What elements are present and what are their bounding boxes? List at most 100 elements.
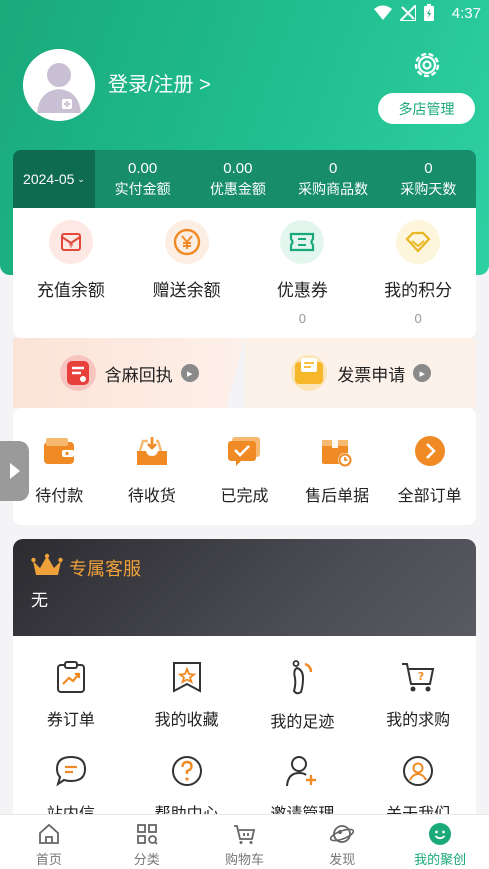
tool-label: 我的足迹 [270,712,335,731]
tab-label: 分类 [133,853,160,868]
tab-discover[interactable]: 发现 [293,815,391,869]
tab-category[interactable]: 分类 [98,815,196,869]
planet-icon [329,821,355,847]
order-label: 售后单据 [305,486,370,505]
footprint-icon [284,660,320,696]
tool-coupon-orders[interactable]: 券订单 [13,636,129,730]
cart-question-icon: ? [400,660,436,694]
tool-label: 我的收藏 [154,710,219,729]
invoice-banner[interactable]: 发票申请 ▸ [244,338,476,408]
wifi-icon [374,5,392,20]
home-icon [36,821,62,847]
tool-label: 券订单 [46,710,95,729]
category-grid-icon [134,821,160,847]
login-register-link[interactable]: 登录/注册 > [108,68,211,97]
service-value: 无 [31,591,48,611]
yen-icon [164,220,209,264]
tab-my-profile[interactable]: 我的聚创 [391,815,489,869]
tool-invite-management[interactable]: 邀请管理 [245,730,361,824]
settings-gear-icon[interactable] [412,50,442,80]
tool-favorites[interactable]: 我的收藏 [129,636,245,730]
stat-purchase-days: 0 采购天数 [381,150,476,208]
tab-label: 首页 [35,853,62,868]
tool-messages[interactable]: 站内信 [13,730,129,824]
wallet-label: 我的积分 [384,281,453,301]
tool-about-us[interactable]: 关于我们 [360,730,476,824]
signal-icon [400,4,416,21]
wallet-value: 0 [298,311,306,326]
order-label: 待收货 [127,486,176,505]
month-selector[interactable]: 2024-05 ⌄ [13,150,95,208]
coupon-icon [280,220,325,264]
tools-grid: 券订单 我的收藏 我的足迹 ? 我的求购 站内信 [13,636,476,836]
bookmark-star-icon [169,660,205,694]
clock: 4:37 [451,5,481,22]
tab-cart[interactable]: 购物车 [196,815,294,869]
tab-label: 发现 [329,853,356,868]
bottom-tab-bar: 首页 分类 购物车 发现 我的聚创 [0,814,489,869]
tab-label: 购物车 [224,853,264,868]
order-label: 待付款 [35,486,84,505]
receipt-icon [59,355,96,391]
inbox-download-icon [134,434,170,468]
side-drawer-toggle[interactable] [0,441,29,501]
wallet-label: 赠送余额 [152,281,221,301]
tool-footprints[interactable]: 我的足迹 [245,636,361,731]
smile-face-icon [427,821,453,847]
order-all[interactable]: 全部订单 [383,408,476,525]
cart-icon [231,821,257,847]
month-value: 2024-05 [23,171,75,187]
stat-value: 0 [328,159,338,177]
stat-value: 0 [424,159,433,177]
order-pending-receipt[interactable]: 待收货 [106,408,199,525]
diamond-icon [396,220,441,264]
status-bar: 4:37 [0,0,489,28]
purchase-stats-bar: 2024-05 ⌄ 0.00 实付金额 0.00 优惠金额 0 采购商品数 0 … [13,150,476,208]
wallet-label: 充值余额 [36,281,105,301]
promo-banners: 含麻回执 ▸ 发票申请 ▸ [13,338,476,408]
crown-icon [31,553,63,575]
tool-help-center[interactable]: 帮助中心 [129,730,245,824]
message-icon [53,754,89,788]
receipt-banner[interactable]: 含麻回执 ▸ [13,338,245,408]
add-user-icon [284,754,320,788]
recharge-icon: ¥ [48,220,93,264]
banner-label: 发票申请 [337,365,406,386]
stat-label: 采购天数 [400,181,457,198]
play-arrow-icon [9,463,20,479]
stat-value: 0.00 [223,159,253,177]
service-title: 专属客服 [69,559,141,580]
wallet-item-points[interactable]: 我的积分 0 [360,208,476,338]
chat-check-icon [226,434,262,468]
wallet-item-bonus[interactable]: 赠送余额 [129,208,245,338]
order-after-sales[interactable]: 售后单据 [291,408,384,525]
invoice-icon [291,355,328,391]
svg-text:?: ? [418,670,424,683]
order-label: 全部订单 [397,486,462,505]
stat-label: 采购商品数 [298,181,369,198]
exclusive-service-card[interactable]: 专属客服 无 [13,539,476,636]
battery-icon [424,4,434,21]
order-completed[interactable]: 已完成 [198,408,291,525]
help-icon [169,754,205,788]
order-label: 已完成 [220,486,269,505]
wallet-item-recharge[interactable]: ¥ 充值余额 [13,208,129,338]
stat-discount-amount: 0.00 优惠金额 [190,150,285,208]
user-circle-icon [400,754,436,788]
wallet-label: 优惠券 [276,281,328,301]
wallet-icon [41,434,77,468]
chevron-down-icon: ⌄ [77,173,85,184]
tool-label: 我的求购 [386,710,451,729]
tab-home[interactable]: 首页 [0,815,98,869]
chevron-right-circle-icon [412,434,448,468]
tab-label: 我的聚创 [414,853,467,868]
wallet-item-coupon[interactable]: 优惠券 0 [245,208,361,338]
clipboard-chart-icon [53,660,89,694]
box-clock-icon [319,434,355,468]
wallet-card: ¥ 充值余额 赠送余额 优惠券 0 我的积分 0 [13,208,476,338]
svg-text:¥: ¥ [68,241,73,250]
chevron-right-icon: ▸ [180,364,199,382]
multi-store-button[interactable]: 多店管理 [378,93,475,124]
tool-purchase-requests[interactable]: ? 我的求购 [360,636,476,730]
avatar[interactable] [23,49,95,121]
